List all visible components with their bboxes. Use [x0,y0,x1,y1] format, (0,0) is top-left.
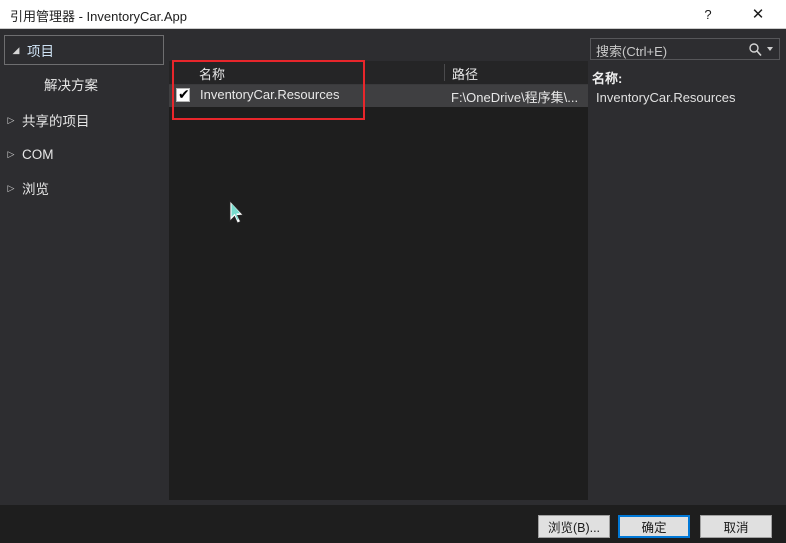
sidebar-item-label: 共享的项目 [22,114,90,129]
column-header-name[interactable]: 名称 [199,64,225,83]
help-icon[interactable]: ? [686,0,730,28]
browse-button[interactable]: 浏览(B)... [538,515,610,538]
sidebar-item-browse[interactable]: ▷ 浏览 [0,173,168,203]
sidebar-item-com[interactable]: ▷ COM [0,139,168,169]
search-input[interactable]: 搜索(Ctrl+E) [590,38,780,60]
sidebar-item-label: 解决方案 [44,78,98,93]
details-name-label: 名称: [592,71,623,86]
dialog-footer: 浏览(B)... 确定 取消 CSDN @葬歌倾城 [0,505,786,543]
row-path-cell: F:\OneDrive\程序集\... [451,90,579,105]
sidebar-item-shared-projects[interactable]: ▷ 共享的项目 [0,105,168,135]
details-panel: 名称: InventoryCar.Resources [592,68,782,498]
search-placeholder: 搜索(Ctrl+E) [596,44,668,59]
sidebar-item-label: 项目 [27,44,54,59]
cancel-button[interactable]: 取消 [700,515,772,538]
sidebar-item-projects[interactable]: ◢ 项目 [4,35,164,65]
details-name-value: InventoryCar.Resources [596,90,736,105]
check-icon: ✔ [178,86,190,102]
references-list: 名称 路径 ✔ InventoryCar.Resources F:\OneDri… [169,61,588,500]
table-row[interactable]: ✔ InventoryCar.Resources F:\OneDrive\程序集… [169,85,588,107]
sidebar-item-label: COM [22,146,54,162]
window-title: 引用管理器 - InventoryCar.App [10,9,187,24]
row-name-cell: InventoryCar.Resources [200,87,340,102]
sidebar-item-solution[interactable]: 解决方案 [0,69,168,99]
chevron-down-icon[interactable] [767,47,773,51]
column-header-path[interactable]: 路径 [452,64,478,83]
search-icon [748,42,762,57]
chevron-right-icon: ▷ [7,114,15,125]
sidebar: ◢ 项目 解决方案 ▷ 共享的项目 ▷ COM ▷ 浏览 [0,29,168,505]
sidebar-item-label: 浏览 [22,182,49,197]
column-divider[interactable] [444,64,445,81]
ok-button[interactable]: 确定 [618,515,690,538]
title-bar: 引用管理器 - InventoryCar.App ? ✕ [0,0,786,29]
reference-manager-dialog: 引用管理器 - InventoryCar.App ? ✕ ◢ 项目 解决方案 ▷… [0,0,786,543]
chevron-right-icon: ▷ [7,148,15,159]
chevron-down-icon: ◢ [12,44,20,55]
chevron-right-icon: ▷ [7,182,15,193]
row-checkbox[interactable]: ✔ [176,86,190,102]
close-icon[interactable]: ✕ [736,0,780,28]
list-header: 名称 路径 [169,61,588,85]
